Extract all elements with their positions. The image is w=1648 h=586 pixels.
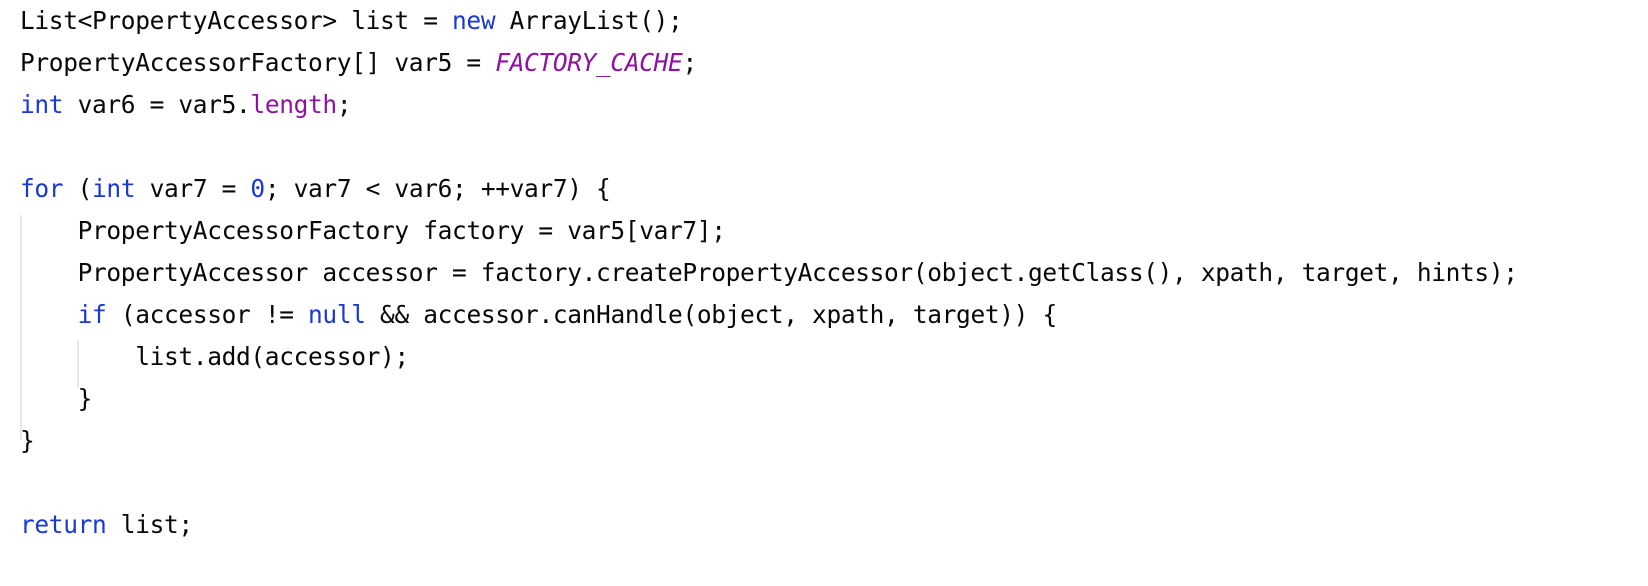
token-keyword: int xyxy=(92,174,136,203)
code-line[interactable]: return list; xyxy=(0,504,1648,546)
code-line[interactable]: PropertyAccessorFactory factory = var5[v… xyxy=(0,210,1648,252)
token-plain: ( xyxy=(63,174,93,203)
token-plain: PropertyAccessorFactory[] var5 = xyxy=(20,48,496,77)
code-line[interactable]: for (int var7 = 0; var7 < var6; ++var7) … xyxy=(0,168,1648,210)
token-keyword: return xyxy=(20,510,107,539)
code-line[interactable]: int var6 = var5.length; xyxy=(0,84,1648,126)
token-plain: PropertyAccessorFactory factory = var5[v… xyxy=(20,216,726,245)
code-line[interactable]: } xyxy=(0,420,1648,462)
code-line[interactable] xyxy=(0,462,1648,504)
token-keyword: int xyxy=(20,90,64,119)
token-plain: list.add(accessor); xyxy=(20,342,409,371)
token-plain: } xyxy=(20,426,35,455)
token-plain: } xyxy=(20,384,93,413)
code-line[interactable] xyxy=(0,126,1648,168)
token-plain: List<PropertyAccessor> list = xyxy=(20,6,453,35)
code-line[interactable]: list.add(accessor); xyxy=(0,336,1648,378)
code-line[interactable]: if (accessor != null && accessor.canHand… xyxy=(0,294,1648,336)
token-keyword: null xyxy=(308,300,366,329)
code-lines: List<PropertyAccessor> list = new ArrayL… xyxy=(0,0,1648,546)
token-field: length xyxy=(250,90,337,119)
token-plain: && accessor.canHandle(object, xpath, tar… xyxy=(365,300,1057,329)
token-plain: PropertyAccessor accessor = factory.crea… xyxy=(20,258,1518,287)
code-editor-view[interactable]: List<PropertyAccessor> list = new ArrayL… xyxy=(0,0,1648,586)
token-plain: ArrayList(); xyxy=(495,6,683,35)
token-plain: ; xyxy=(682,48,697,77)
code-line[interactable]: } xyxy=(0,378,1648,420)
token-keyword: new xyxy=(452,6,496,35)
token-plain: list; xyxy=(106,510,193,539)
token-plain: ; var7 < var6; ++var7) { xyxy=(264,174,611,203)
token-plain: var7 = xyxy=(135,174,251,203)
token-plain: ; xyxy=(336,90,352,119)
code-line[interactable]: PropertyAccessorFactory[] var5 = FACTORY… xyxy=(0,42,1648,84)
token-keyword: if xyxy=(77,300,107,329)
token-constant: FACTORY_CACHE xyxy=(495,48,683,77)
token-plain: var6 = var5. xyxy=(63,90,251,119)
code-line[interactable]: PropertyAccessor accessor = factory.crea… xyxy=(0,252,1648,294)
token-keyword: for xyxy=(20,174,64,203)
token-number: 0 xyxy=(250,174,265,203)
code-line[interactable]: List<PropertyAccessor> list = new ArrayL… xyxy=(0,0,1648,42)
token-plain: (accessor != xyxy=(106,300,309,329)
